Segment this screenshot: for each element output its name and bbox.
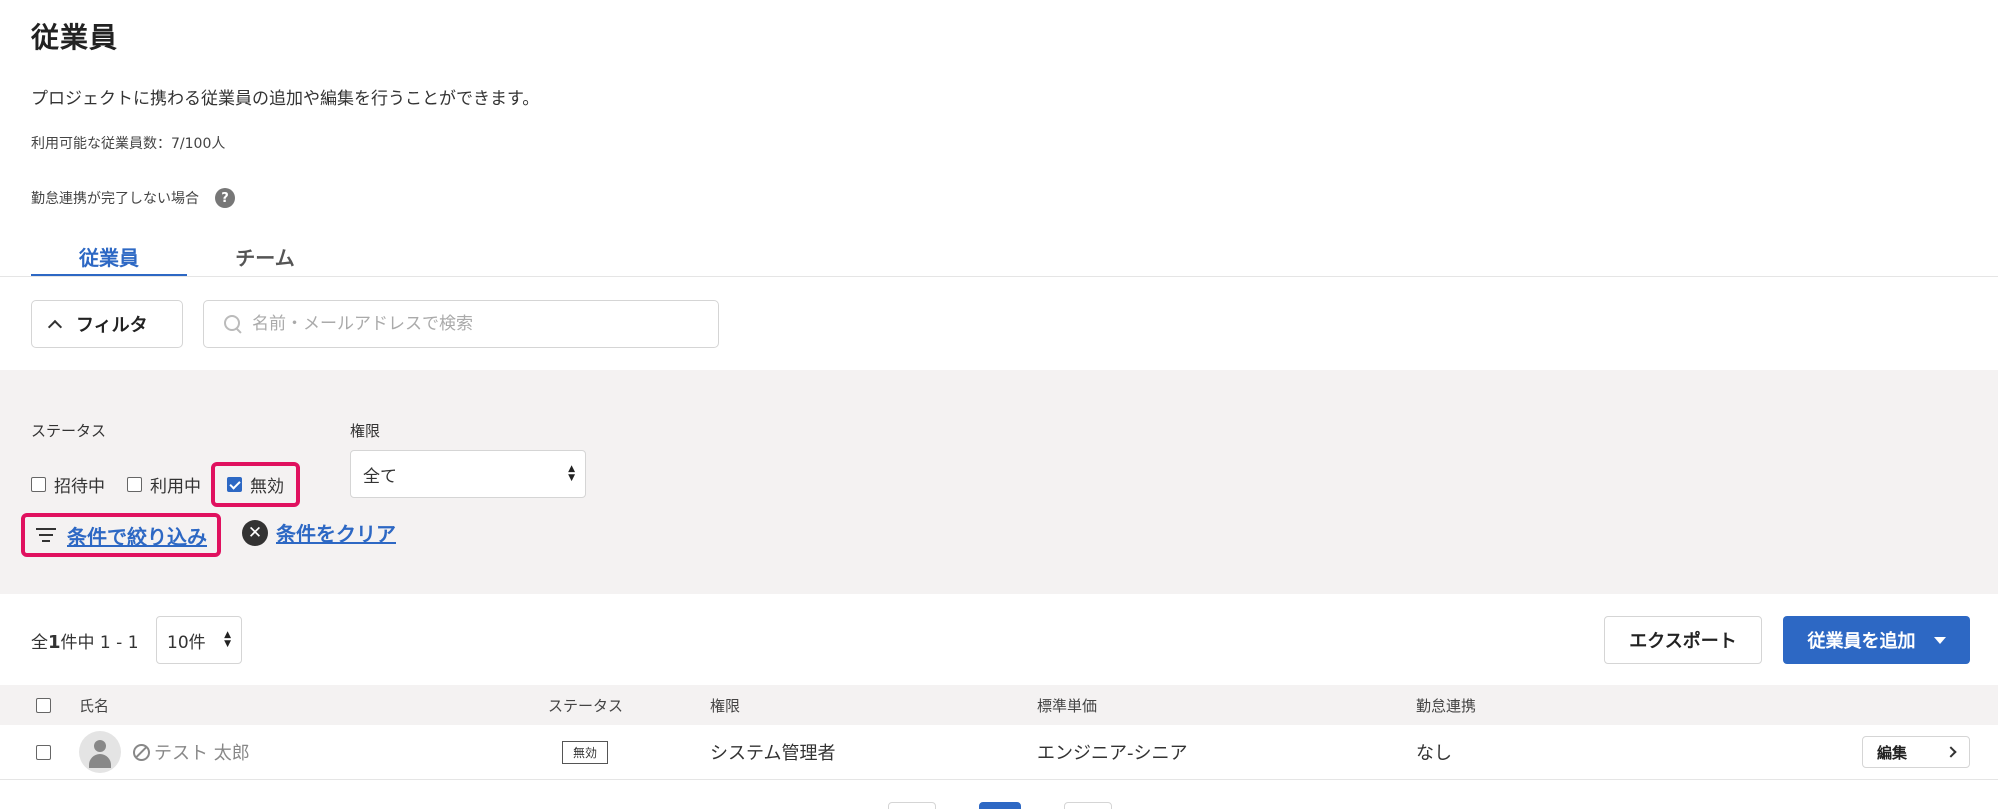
row-checkbox[interactable] (36, 744, 51, 760)
tab-employees[interactable]: 従業員 (31, 232, 187, 277)
table-row: テスト 太郎 無効 システム管理者 エンジニア-シニア なし 編集 (0, 725, 1998, 780)
filter-panel: ステータス 権限 招待中 利用中 無効 全て ▲ ▼ 条件で絞り込み ✕ 条件をク… (0, 370, 1998, 594)
export-button[interactable]: エクスポート (1604, 616, 1762, 664)
pagination-prev-button[interactable] (888, 802, 936, 809)
employee-quota: 利用可能な従業員数：7/100人 (31, 136, 226, 152)
add-employee-button[interactable]: 従業員を追加 (1783, 616, 1970, 664)
status-checkbox-group: 招待中 利用中 無効 (31, 462, 322, 507)
filter-toggle-button[interactable]: フィルタ (31, 300, 183, 348)
apply-filter-label: 条件で絞り込み (67, 524, 207, 549)
filter-lines-icon (35, 528, 57, 542)
unit-price-cell: エンジニア-シニア (1037, 743, 1188, 764)
ban-icon (133, 743, 150, 761)
name-group: テスト 太郎 (133, 739, 250, 765)
column-header-status: ステータス (548, 696, 624, 715)
attendance-cell: なし (1416, 743, 1452, 764)
tab-bar: 従業員 チーム (31, 232, 343, 277)
search-icon (224, 315, 242, 333)
select-all-checkbox[interactable] (36, 697, 51, 713)
status-option-label: 利用中 (150, 477, 201, 497)
checkbox[interactable] (127, 477, 142, 492)
search-box[interactable] (203, 300, 719, 348)
employee-name: テスト 太郎 (154, 743, 250, 764)
avatar (79, 731, 121, 773)
edit-cell: 編集 (1862, 725, 1970, 779)
chevron-right-icon (1945, 746, 1957, 758)
table-header: 氏名 ステータス 権限 標準単価 勤怠連携 (0, 685, 1998, 725)
question-circle-icon[interactable]: ? (215, 188, 235, 208)
apply-filter-link[interactable]: 条件で絞り込み (21, 513, 221, 557)
column-header-attendance: 勤怠連携 (1416, 696, 1477, 715)
permission-select[interactable]: 全て ▲ ▼ (350, 450, 586, 498)
help-text: 勤怠連携が完了しない場合 (31, 191, 199, 207)
edit-label: 編集 (1877, 743, 1908, 762)
clear-filter-label: 条件をクリア (276, 522, 396, 546)
column-header-permission: 権限 (710, 696, 741, 715)
filter-toggle-label: フィルタ (76, 315, 148, 336)
per-page-select[interactable]: 10件 ▲ ▼ (156, 616, 242, 664)
status-option-label: 無効 (250, 477, 284, 497)
count-prefix: 全 (31, 633, 48, 653)
permission-filter-label: 権限 (350, 422, 381, 440)
name-cell: テスト 太郎 (79, 725, 250, 779)
edit-button[interactable]: 編集 (1862, 736, 1970, 768)
page-description: プロジェクトに携わる従業員の追加や編集を行うことができます。 (31, 89, 540, 109)
column-header-name: 氏名 (79, 696, 110, 715)
chevron-up-icon (47, 319, 63, 334)
select-all-cell (36, 685, 51, 725)
per-page-value: 10件 (167, 632, 206, 653)
caret-down-icon[interactable] (1933, 636, 1946, 644)
status-cell: 無効 (562, 725, 609, 779)
pagination-page-button-active[interactable] (979, 802, 1021, 809)
row-select-cell (36, 725, 51, 779)
count-total: 1 (48, 632, 61, 653)
column-header-unit-price: 標準単価 (1037, 696, 1098, 715)
status-option-label: 招待中 (54, 477, 105, 497)
status-badge: 無効 (562, 740, 609, 764)
status-filter-label: ステータス (31, 422, 107, 440)
count-suffix: 件中 1 - 1 (60, 633, 139, 653)
clear-filter-link[interactable]: ✕ 条件をクリア (242, 518, 396, 547)
close-circle-icon: ✕ (242, 519, 268, 546)
select-arrows-icon: ▲ ▼ (568, 464, 575, 483)
status-option-disabled[interactable]: 無効 (211, 462, 300, 507)
checkbox-checked[interactable] (227, 477, 242, 492)
search-input[interactable] (252, 314, 692, 334)
tab-teams[interactable]: チーム (187, 232, 343, 277)
permission-cell: システム管理者 (710, 743, 836, 764)
status-option-invited[interactable]: 招待中 (31, 472, 105, 497)
permission-select-value: 全て (363, 466, 397, 487)
pagination-next-button[interactable] (1064, 802, 1112, 809)
page-title: 従業員 (31, 21, 119, 54)
select-arrows-icon: ▲ ▼ (224, 630, 231, 649)
status-option-active[interactable]: 利用中 (127, 472, 201, 497)
tab-divider (0, 276, 1998, 277)
attendance-help[interactable]: 勤怠連携が完了しない場合 ? (31, 188, 235, 208)
add-employee-label: 従業員を追加 (1807, 631, 1916, 652)
result-count: 全1件中 1 - 1 (31, 628, 139, 653)
checkbox[interactable] (31, 477, 46, 492)
